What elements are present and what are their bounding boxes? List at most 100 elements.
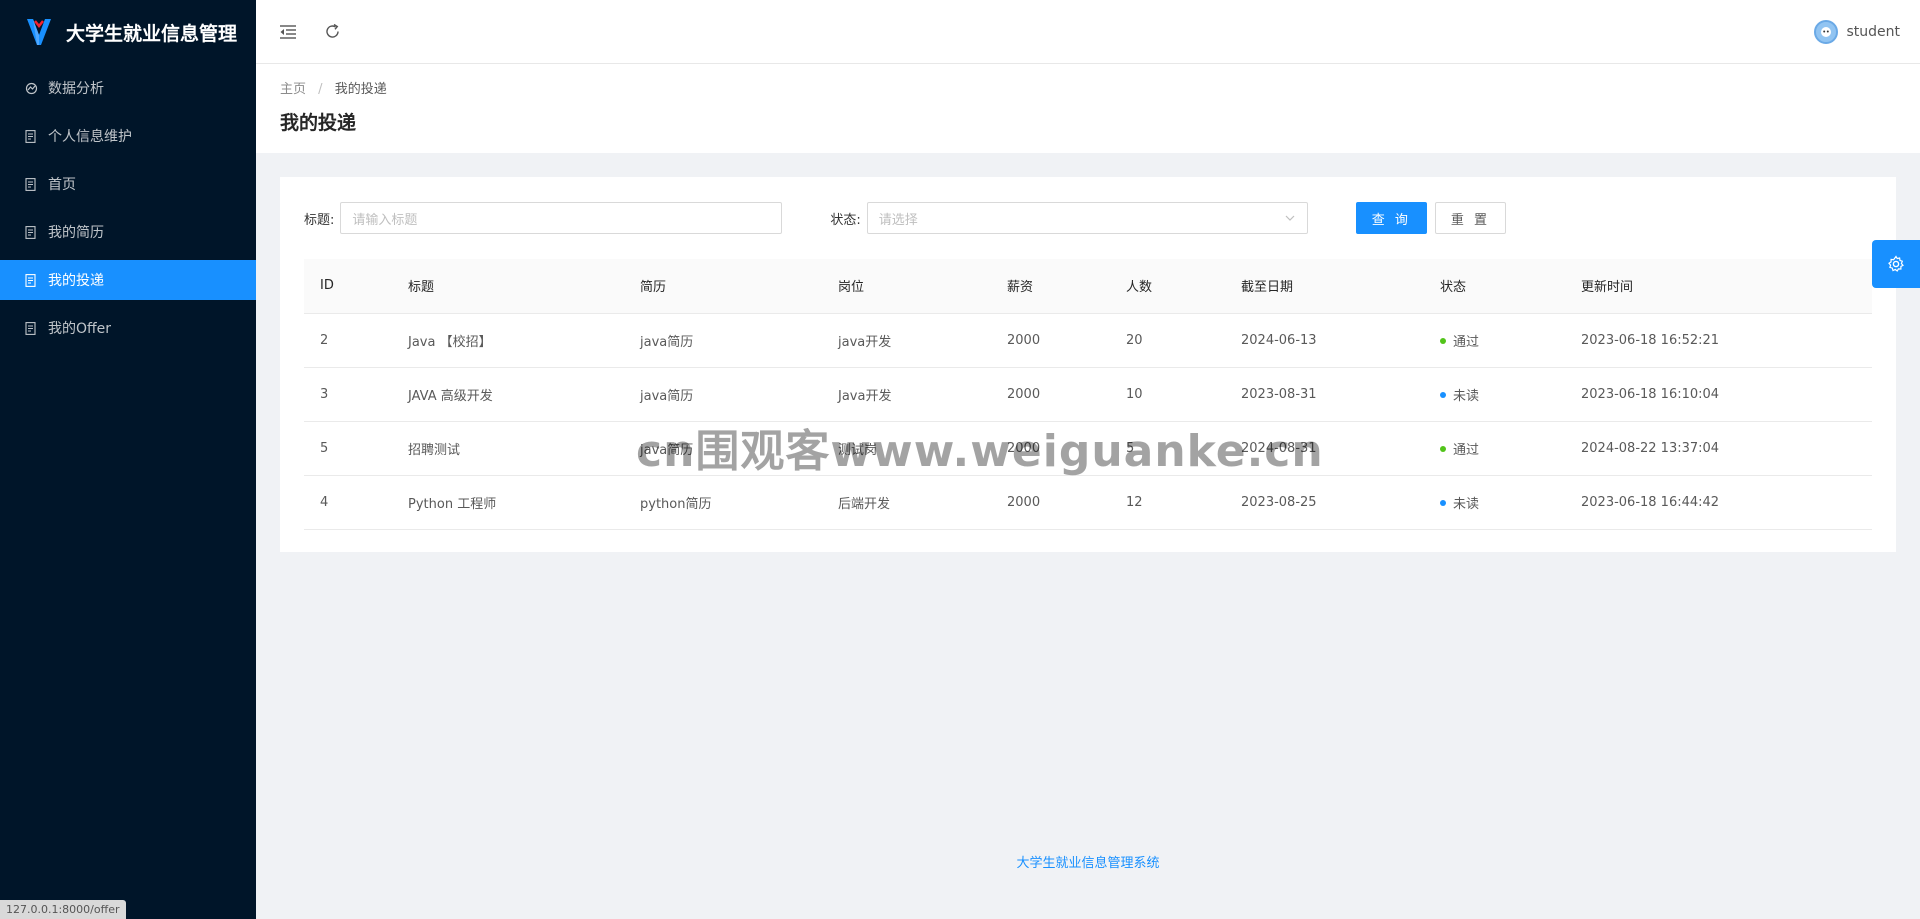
column-header: 简历 [624, 259, 822, 314]
column-header: 状态 [1424, 259, 1565, 314]
breadcrumb-current: 我的投递 [334, 82, 387, 97]
logo-icon [27, 19, 51, 45]
sidebar-menu: 数据分析 个人信息维护 首页 我的简历 我的投递 我的Offer [0, 68, 256, 348]
cell-updated: 2024-08-22 13:37:04 [1565, 421, 1872, 476]
cell-resume: python简历 [624, 475, 822, 530]
menu-fold-icon[interactable] [276, 20, 300, 44]
sidebar-item-label: 个人信息维护 [48, 129, 132, 145]
cell-status: 未读 [1424, 475, 1565, 530]
table-header-row: ID 标题 简历 岗位 薪资 人数 截至日期 状态 更新时间 [304, 259, 1872, 314]
status-dot [1440, 500, 1446, 506]
chevron-down-icon [1285, 215, 1295, 221]
column-header: 标题 [392, 259, 624, 314]
cell-status: 通过 [1424, 421, 1565, 476]
document-icon [24, 321, 38, 335]
user-menu[interactable]: student [1814, 19, 1900, 44]
document-icon [24, 273, 38, 287]
sidebar-item-label: 数据分析 [48, 81, 104, 97]
sidebar-item-profile[interactable]: 个人信息维护 [0, 116, 256, 156]
breadcrumb-separator: / [318, 82, 323, 97]
cell-title: Java 【校招】 [392, 313, 624, 368]
status-text: 通过 [1453, 442, 1480, 458]
applications-card: 标题: 请输入标题 状态: 请选择 查 询 重 置 ID 标题 简历 岗位 薪资… [280, 177, 1896, 552]
cell-title: 招聘测试 [392, 421, 624, 476]
cell-id: 2 [304, 313, 392, 368]
cell-status: 通过 [1424, 313, 1565, 368]
search-button[interactable]: 查 询 [1355, 202, 1427, 234]
cell-job: 测试岗 [822, 421, 991, 476]
cell-salary: 2000 [991, 421, 1110, 476]
table-row[interactable]: 5 招聘测试 java简历 测试岗 2000 5 2024-08-31 通过 2… [304, 421, 1872, 476]
sidebar-item-label: 我的Offer [48, 321, 112, 337]
breadcrumb: 主页 / 我的投递 [280, 78, 1896, 97]
status-text: 未读 [1453, 388, 1480, 404]
app-logo[interactable]: 大学生就业信息管理 [0, 0, 256, 64]
cell-job: 后端开发 [822, 475, 991, 530]
sidebar-item-label: 首页 [48, 177, 76, 193]
document-icon [24, 225, 38, 239]
column-header: 岗位 [822, 259, 991, 314]
document-icon [24, 129, 38, 143]
table-row[interactable]: 4 Python 工程师 python简历 后端开发 2000 12 2023-… [304, 475, 1872, 530]
sidebar-item-label: 我的投递 [48, 273, 104, 289]
filter-bar: 标题: 请输入标题 状态: 请选择 查 询 重 置 [304, 201, 1872, 235]
reset-button[interactable]: 重 置 [1434, 202, 1507, 234]
sidebar-item-analytics[interactable]: 数据分析 [0, 68, 256, 108]
cell-salary: 2000 [991, 367, 1110, 422]
column-header: 薪资 [991, 259, 1110, 314]
cell-title: Python 工程师 [392, 475, 624, 530]
applications-table: ID 标题 简历 岗位 薪资 人数 截至日期 状态 更新时间 2 Java 【校… [304, 259, 1872, 530]
cell-deadline: 2023-08-25 [1225, 475, 1424, 530]
document-icon [24, 177, 38, 191]
page-title: 我的投递 [280, 112, 357, 134]
table-row[interactable]: 2 Java 【校招】 java简历 java开发 2000 20 2024-0… [304, 313, 1872, 368]
status-dot [1440, 446, 1446, 452]
settings-drawer-button[interactable] [1872, 240, 1920, 288]
footer-text[interactable]: 大学生就业信息管理系统 [256, 852, 1920, 871]
cell-updated: 2023-06-18 16:52:21 [1565, 313, 1872, 368]
analytics-icon [24, 81, 38, 95]
sidebar: 大学生就业信息管理 数据分析 个人信息维护 首页 我的简历 我的投递 我的Off… [0, 0, 256, 919]
cell-title: JAVA 高级开发 [392, 367, 624, 422]
cell-id: 4 [304, 475, 392, 530]
sidebar-item-home[interactable]: 首页 [0, 164, 256, 204]
column-header: 人数 [1110, 259, 1225, 314]
sidebar-item-resume[interactable]: 我的简历 [0, 212, 256, 252]
cell-job: java开发 [822, 313, 991, 368]
status-select-placeholder: 请选择 [878, 212, 918, 228]
status-text: 通过 [1453, 334, 1480, 350]
breadcrumb-home[interactable]: 主页 [280, 82, 306, 97]
cell-status: 未读 [1424, 367, 1565, 422]
cell-deadline: 2023-08-31 [1225, 367, 1424, 422]
cell-resume: java简历 [624, 421, 822, 476]
cell-count: 12 [1110, 475, 1225, 530]
sidebar-item-label: 我的简历 [48, 225, 104, 241]
avatar [1814, 19, 1839, 44]
column-header: ID [304, 259, 392, 314]
reload-icon[interactable] [320, 20, 344, 44]
top-header: student [256, 0, 1920, 64]
cell-id: 3 [304, 367, 392, 422]
cell-resume: java简历 [624, 313, 822, 368]
status-bar-url: 127.0.0.1:8000/offer [0, 900, 126, 919]
status-filter-label: 状态: [830, 212, 861, 228]
username: student [1846, 23, 1900, 40]
status-dot [1440, 338, 1446, 344]
status-dot [1440, 392, 1446, 398]
page-header: 主页 / 我的投递 我的投递 [256, 64, 1920, 153]
sidebar-item-offer[interactable]: 我的Offer [0, 308, 256, 348]
status-select[interactable]: 请选择 [866, 202, 1308, 234]
gear-icon [1888, 255, 1904, 272]
cell-deadline: 2024-06-13 [1225, 313, 1424, 368]
title-search-input[interactable]: 请输入标题 [340, 202, 783, 234]
cell-resume: java简历 [624, 367, 822, 422]
cell-salary: 2000 [991, 475, 1110, 530]
cell-updated: 2023-06-18 16:44:42 [1565, 475, 1872, 530]
title-filter-label: 标题: [304, 212, 335, 228]
cell-count: 10 [1110, 367, 1225, 422]
cell-salary: 2000 [991, 313, 1110, 368]
table-row[interactable]: 3 JAVA 高级开发 java简历 Java开发 2000 10 2023-0… [304, 367, 1872, 422]
status-text: 未读 [1453, 496, 1480, 512]
sidebar-item-applications[interactable]: 我的投递 [0, 260, 256, 300]
cell-updated: 2023-06-18 16:10:04 [1565, 367, 1872, 422]
